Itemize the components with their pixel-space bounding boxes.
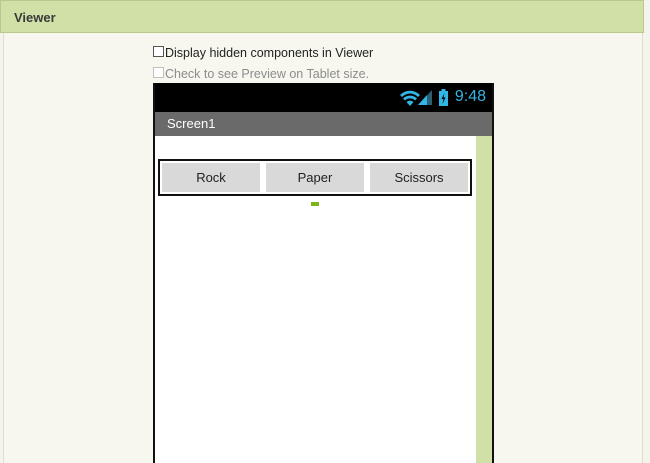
tablet-preview-label: Check to see Preview on Tablet size. [165,67,370,81]
viewer-header: Viewer [0,0,644,33]
tablet-preview-option[interactable]: Check to see Preview on Tablet size. [153,66,370,81]
rock-button[interactable]: Rock [162,163,260,192]
status-bar: 9:48 [155,83,492,112]
screen-scrollbar[interactable] [476,136,492,463]
screen-title: Screen1 [167,116,216,131]
status-time: 9:48 [454,88,486,105]
hidden-components-checkbox[interactable] [153,45,164,57]
screen-title-bar: Screen1 [155,112,492,136]
paper-button[interactable]: Paper [266,163,364,192]
signal-icon [418,90,432,105]
viewer-title: Viewer [14,10,56,25]
horizontal-arrangement[interactable]: Rock Paper Scissors [158,159,472,196]
empty-label-component[interactable] [311,202,319,206]
hidden-components-label: Display hidden components in Viewer [165,46,374,60]
scissors-button[interactable]: Scissors [370,163,468,192]
phone-preview: 9:48 Screen1 Rock Paper Scissors [153,83,494,463]
tablet-preview-checkbox[interactable] [153,66,164,78]
battery-icon [439,89,448,106]
hidden-components-option[interactable]: Display hidden components in Viewer [153,45,374,60]
